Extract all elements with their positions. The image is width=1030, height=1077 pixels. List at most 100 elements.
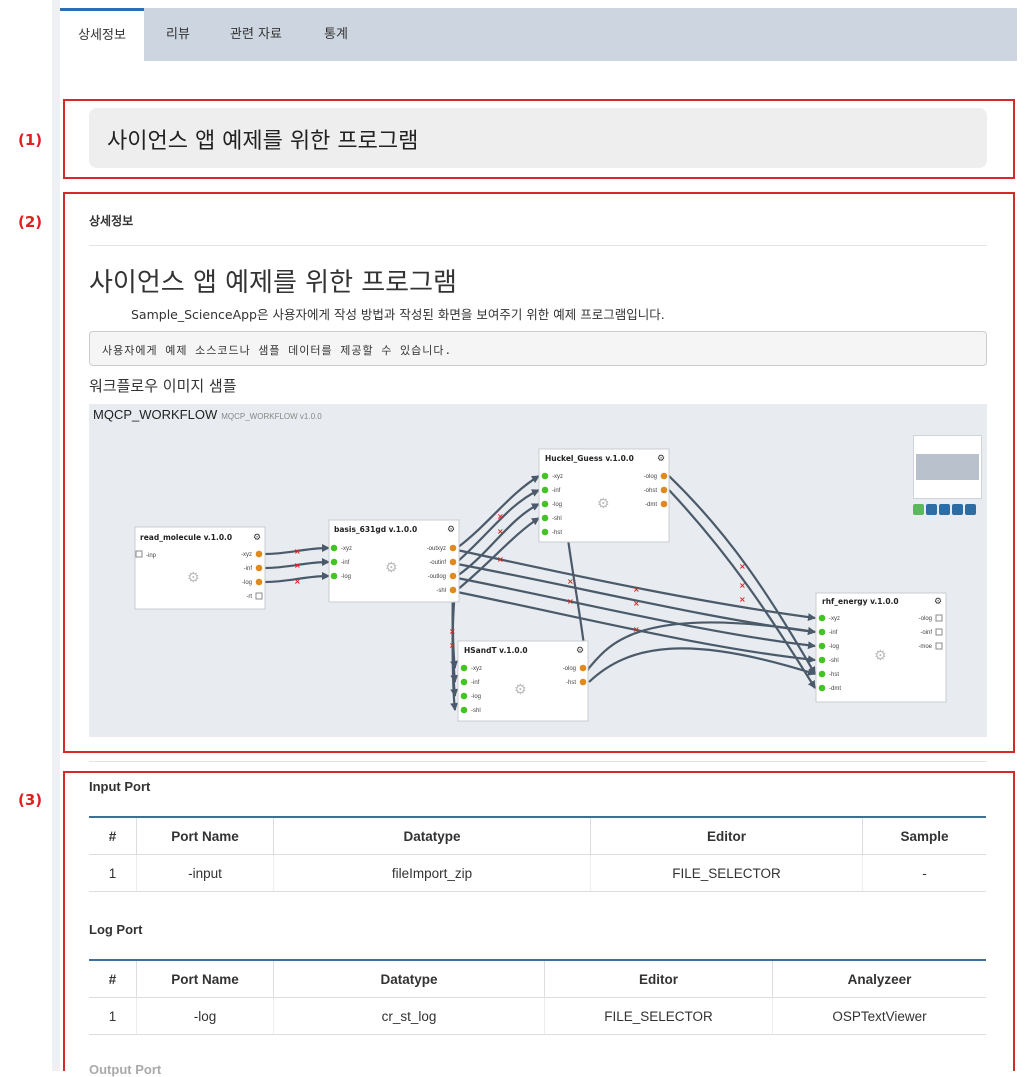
port-label: -xyz <box>552 474 563 480</box>
col-header: # <box>89 816 137 855</box>
minimap[interactable] <box>913 435 982 499</box>
col-header: Editor <box>590 816 863 855</box>
tab-stats[interactable]: 통계 <box>324 8 348 61</box>
port-label: -moe <box>918 644 932 650</box>
edge-marker: × <box>633 625 640 634</box>
node-title: rhf_energy v.1.0.0 <box>822 597 899 606</box>
gears-icon: ⚙ <box>187 569 200 585</box>
edge-marker: × <box>497 512 504 521</box>
port-label: -inf <box>829 630 838 636</box>
port-label: -xyz <box>241 552 252 558</box>
log-port-table: # Port Name Datatype Editor Analyzeer 1 … <box>89 959 986 1035</box>
zoom-out-icon[interactable] <box>965 504 976 515</box>
node-read-molecule[interactable]: read_molecule v.1.0.0 ⚙ -inp -xyz -inf -… <box>134 526 266 610</box>
edge-marker: × <box>633 585 640 594</box>
col-header: Datatype <box>273 816 591 855</box>
port-label: -hst <box>552 530 562 536</box>
gear-icon: ⚙ <box>657 453 665 463</box>
col-header: Sample <box>862 816 986 855</box>
gear-icon: ⚙ <box>576 645 584 655</box>
table-row: 1 -input fileImport_zip FILE_SELECTOR - <box>89 854 986 892</box>
port-label: -olog <box>919 616 932 622</box>
edge-marker: × <box>294 577 301 586</box>
port-label: -hst <box>566 680 576 686</box>
tab-bar: 상세정보 리뷰 관련 자료 통계 <box>60 8 1017 61</box>
node-huckel[interactable]: Huckel_Guess v.1.0.0 ⚙ -xyz -inf -log -s… <box>538 448 670 543</box>
edge-marker: × <box>567 597 574 606</box>
port-label: -xyz <box>829 616 840 622</box>
tab-review[interactable]: 리뷰 <box>166 8 190 61</box>
output-port-title: Output Port <box>89 1062 162 1077</box>
port-label: -hst <box>829 672 839 678</box>
edit-icon[interactable] <box>926 504 937 515</box>
port-label: -inp <box>146 553 157 559</box>
port-label: -shl <box>471 708 481 714</box>
port-label: -xyz <box>471 666 482 672</box>
code-block: 사용자에게 예제 소스코드나 샘플 데이터를 제공할 수 있습니다. <box>89 331 987 366</box>
zoom-in-icon[interactable] <box>952 504 963 515</box>
node-title: Huckel_Guess v.1.0.0 <box>545 454 634 463</box>
port-label: -shl <box>436 588 446 594</box>
col-header: Analyzeer <box>772 959 986 998</box>
home-icon[interactable] <box>939 504 950 515</box>
table-cell: cr_st_log <box>273 997 545 1035</box>
input-port-table: # Port Name Datatype Editor Sample 1 -in… <box>89 816 986 892</box>
workflow-diagram: × × × × × × × × × × × × × × × × read_mol… <box>134 448 947 722</box>
edge <box>588 647 816 683</box>
port-label: -dmt <box>829 686 841 692</box>
node-basis[interactable]: basis_631gd v.1.0.0 ⚙ -xyz -inf -log -ou… <box>328 519 460 603</box>
port-label: -inf <box>341 560 350 566</box>
port-label: -inf <box>244 566 253 572</box>
edge-marker: × <box>739 581 746 590</box>
node-rhf[interactable]: rhf_energy v.1.0.0 ⚙ -xyz -inf -log -shl… <box>815 592 947 703</box>
workflow-heading: 워크플로우 이미지 샘플 <box>89 377 237 395</box>
port-label: -log <box>829 644 839 650</box>
detail-title: 사이언스 앱 예제를 위한 프로그램 <box>89 268 457 298</box>
tab-related[interactable]: 관련 자료 <box>230 8 282 61</box>
tab-detail[interactable]: 상세정보 <box>60 8 144 61</box>
port-label: -log <box>471 694 481 700</box>
port-label: -rt <box>246 594 252 600</box>
edge-marker: × <box>497 527 504 536</box>
detail-description: Sample_ScienceApp은 사용자에게 작성 방법과 작성된 화면을 … <box>131 307 665 322</box>
port-label: -olog <box>563 666 576 672</box>
gear-icon: ⚙ <box>253 532 261 542</box>
app-title: 사이언스 앱 예제를 위한 프로그램 <box>107 129 419 154</box>
workflow-canvas[interactable]: MQCP_WORKFLOW MQCP_WORKFLOW v1.0.0 × × ×… <box>89 404 987 737</box>
table-row: 1 -log cr_st_log FILE_SELECTOR OSPTextVi… <box>89 997 986 1035</box>
region-label-1: (1) <box>18 131 43 149</box>
table-cell: fileImport_zip <box>273 854 591 892</box>
edge-marker: × <box>294 561 301 570</box>
gears-icon: ⚙ <box>385 559 398 575</box>
edge-marker: × <box>294 547 301 556</box>
table-cell: - <box>862 854 986 892</box>
col-header: Port Name <box>136 816 274 855</box>
region-label-3: (3) <box>18 791 43 809</box>
port-label: -log <box>242 580 252 586</box>
table-cell: FILE_SELECTOR <box>590 854 863 892</box>
col-header: Port Name <box>136 959 274 998</box>
divider <box>89 761 987 762</box>
gear-icon: ⚙ <box>934 596 942 606</box>
port-label: -log <box>552 502 562 508</box>
region-label-2: (2) <box>18 213 43 231</box>
edge-marker: × <box>449 627 456 636</box>
input-port-title: Input Port <box>89 779 151 794</box>
col-header: Datatype <box>273 959 545 998</box>
zoom-fit-icon[interactable] <box>913 504 924 515</box>
zoom-controls <box>913 504 983 516</box>
node-title: HSandT v.1.0.0 <box>464 646 528 655</box>
table-cell: -input <box>136 854 274 892</box>
port-label: -shl <box>552 516 562 522</box>
edge <box>456 562 816 636</box>
gears-icon: ⚙ <box>597 495 610 511</box>
port-label: -outlog <box>428 574 446 580</box>
port-label: -inf <box>552 488 561 494</box>
port-label: -shl <box>829 658 839 664</box>
app-title-box: 사이언스 앱 예제를 위한 프로그램 <box>89 108 987 168</box>
node-hsandt[interactable]: HSandT v.1.0.0 ⚙ -xyz -inf -log -shl -ol… <box>457 640 589 722</box>
edge-marker: × <box>567 577 574 586</box>
edge-marker: × <box>739 595 746 604</box>
edge-marker: × <box>449 641 456 650</box>
gears-icon: ⚙ <box>874 647 887 663</box>
